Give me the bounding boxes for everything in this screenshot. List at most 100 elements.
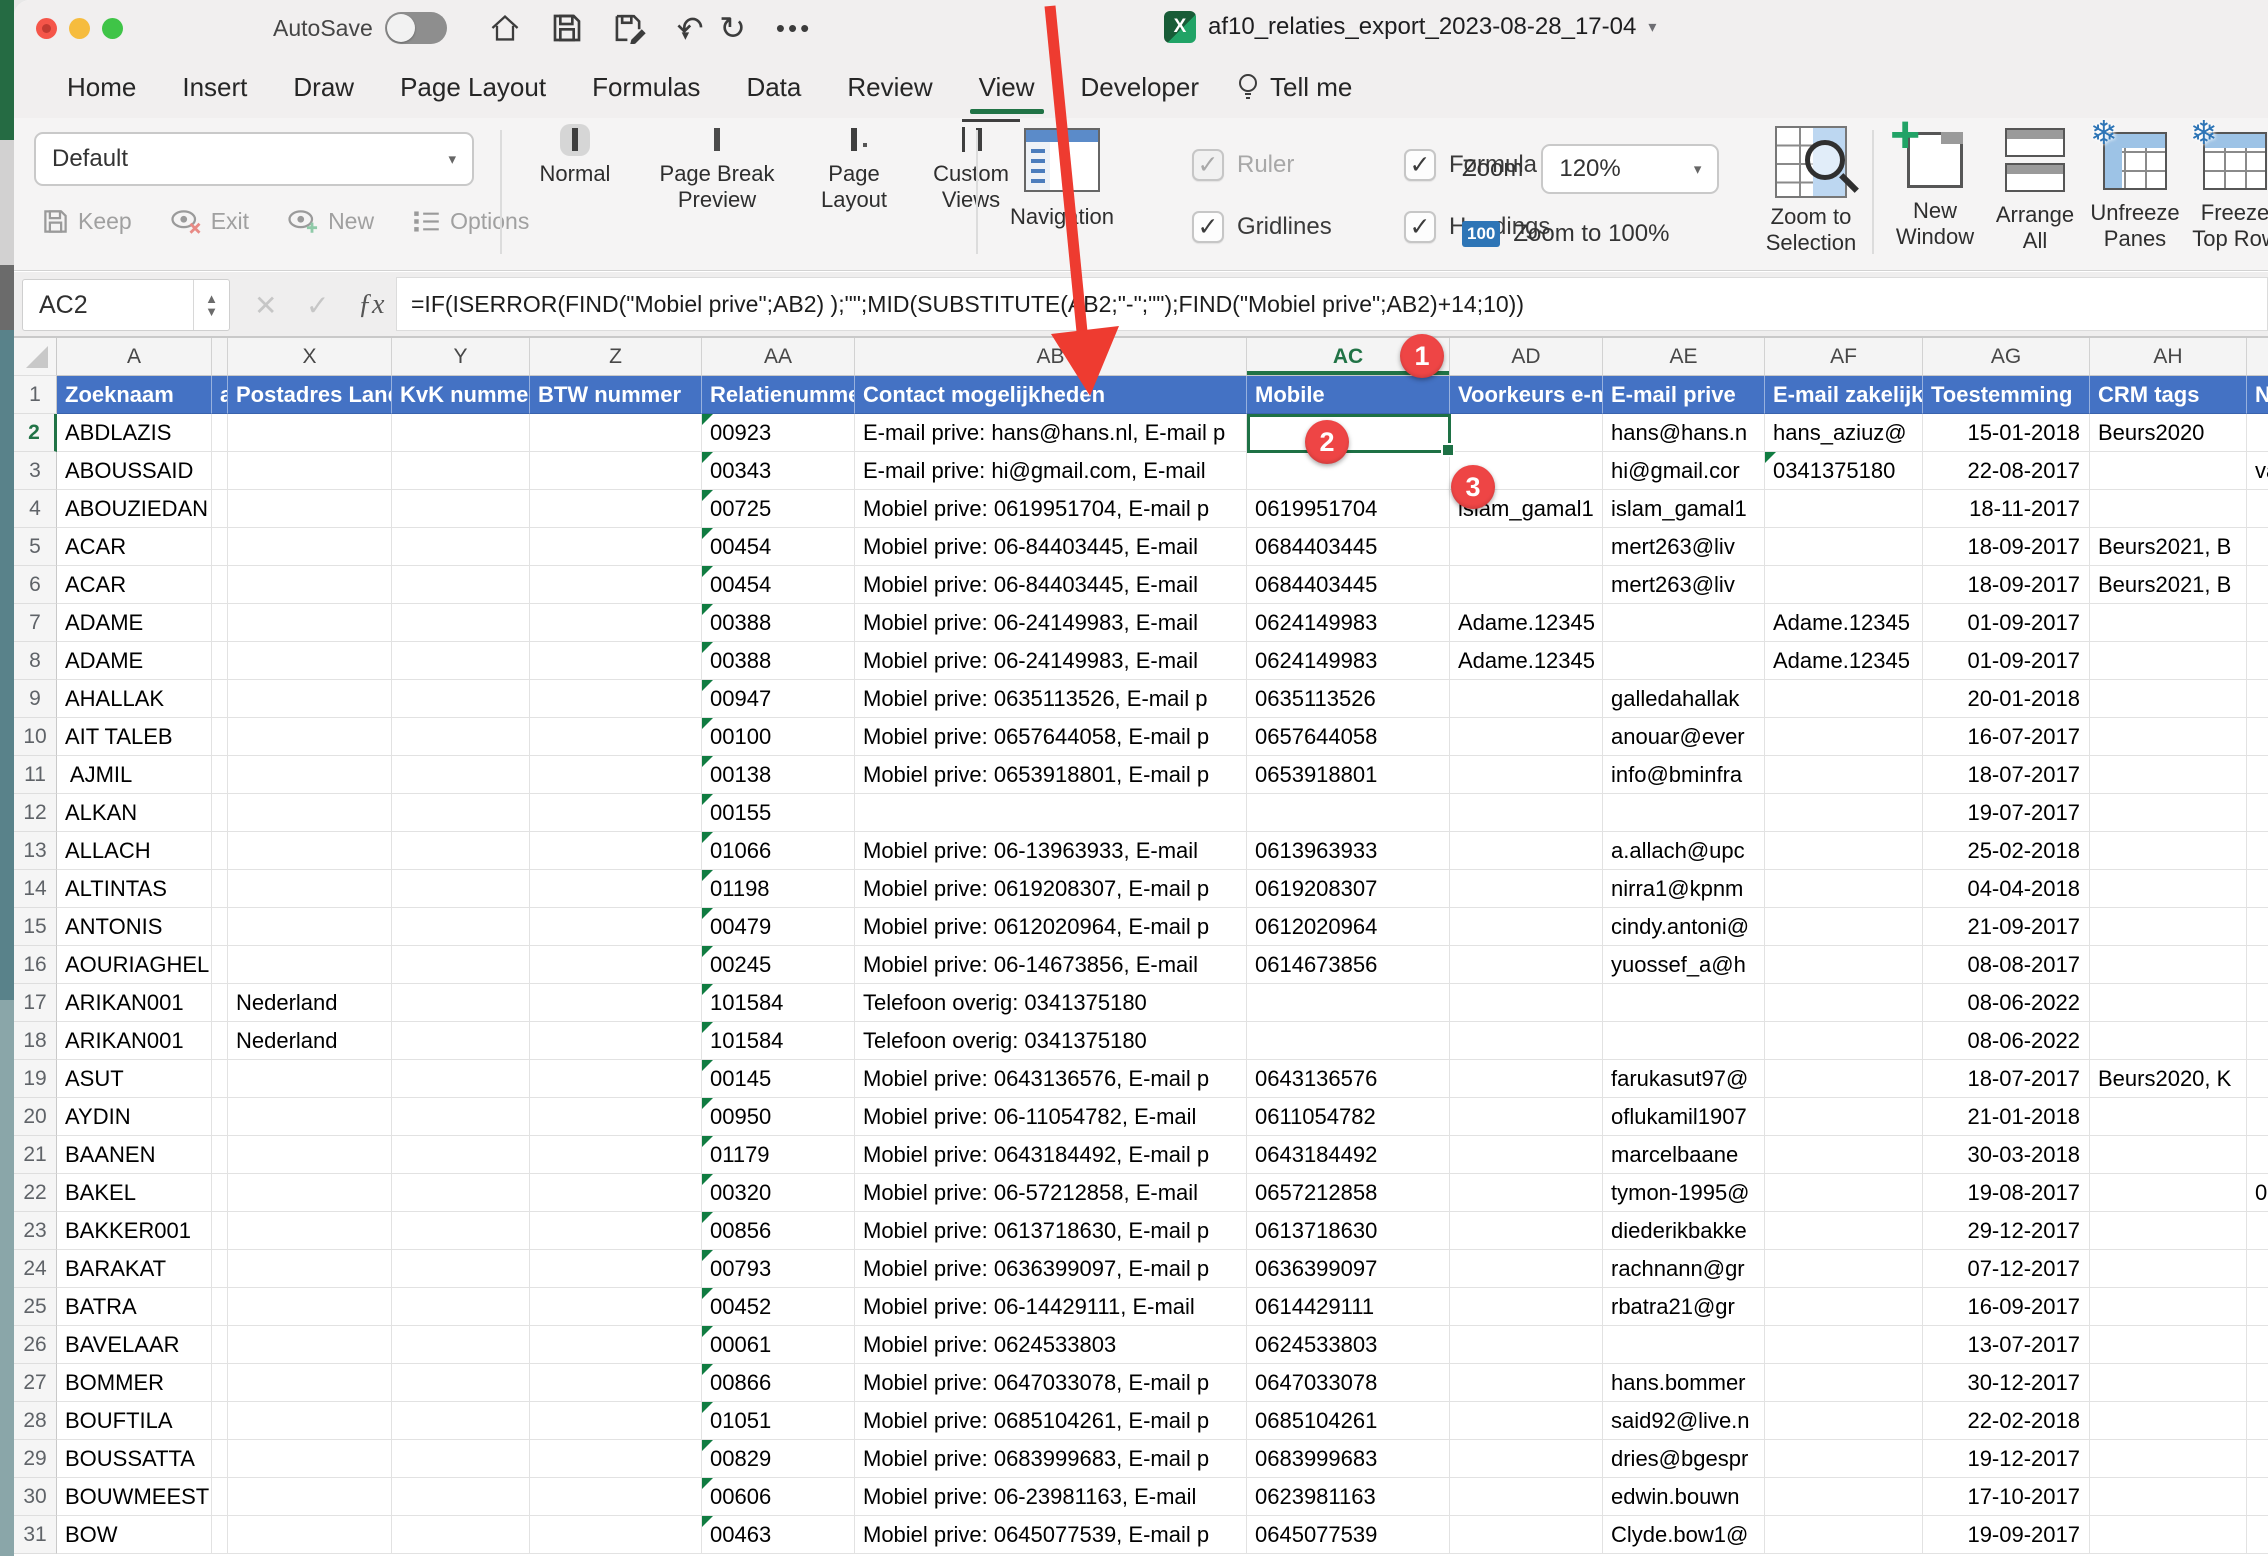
cell[interactable]: cindy.antoni@ — [1603, 908, 1765, 946]
cell[interactable] — [2247, 1326, 2268, 1364]
column-header-AG[interactable]: AG — [1923, 338, 2090, 376]
cell[interactable]: AYDIN — [57, 1098, 212, 1136]
cell[interactable] — [392, 528, 530, 566]
header-cell[interactable]: E-mail prive — [1603, 376, 1765, 414]
cell[interactable] — [2247, 680, 2268, 718]
page-break-preview-button[interactable]: Page Break Preview — [642, 124, 792, 213]
cell[interactable] — [2247, 870, 2268, 908]
cell[interactable]: 0645077539 — [1247, 1516, 1450, 1554]
cell[interactable] — [2247, 1402, 2268, 1440]
cell[interactable] — [212, 870, 228, 908]
column-header-Y[interactable]: Y — [392, 338, 530, 376]
cell[interactable] — [530, 1174, 702, 1212]
cell[interactable]: 00388 — [702, 604, 855, 642]
cell[interactable] — [2090, 794, 2247, 832]
column-header-AD[interactable]: AD — [1450, 338, 1603, 376]
cell[interactable] — [2090, 1250, 2247, 1288]
cell[interactable] — [392, 870, 530, 908]
column-header-xr[interactable] — [2247, 338, 2268, 376]
cell[interactable] — [1450, 1288, 1603, 1326]
cell[interactable] — [2247, 1440, 2268, 1478]
cell[interactable] — [1247, 452, 1450, 490]
cell[interactable] — [212, 1364, 228, 1402]
cell[interactable]: 0684403445 — [1247, 528, 1450, 566]
cell[interactable] — [392, 642, 530, 680]
cell[interactable]: E-mail prive: hi@gmail.com, E-mail — [855, 452, 1247, 490]
cell[interactable] — [2090, 718, 2247, 756]
title-chevron-icon[interactable]: ▾ — [1648, 17, 1656, 37]
row-header-15[interactable]: 15 — [14, 908, 57, 946]
cell[interactable]: oflukamil1907 — [1603, 1098, 1765, 1136]
cell[interactable] — [2090, 756, 2247, 794]
cell[interactable]: 19-08-2017 — [1923, 1174, 2090, 1212]
cell[interactable] — [1765, 1440, 1923, 1478]
cell[interactable]: ADAME — [57, 642, 212, 680]
cell[interactable]: 0612020964 — [1247, 908, 1450, 946]
cell[interactable]: BAVELAAR — [57, 1326, 212, 1364]
row-header-4[interactable]: 4 — [14, 490, 57, 528]
cell[interactable] — [530, 1022, 702, 1060]
cell[interactable] — [212, 1174, 228, 1212]
cell[interactable]: 30-03-2018 — [1923, 1136, 2090, 1174]
zoom-level-dropdown[interactable]: 120%▾ — [1541, 144, 1719, 194]
normal-view-button[interactable]: Normal — [516, 124, 634, 213]
cell[interactable] — [212, 1098, 228, 1136]
row-header-19[interactable]: 19 — [14, 1060, 57, 1098]
autosave-toggle[interactable] — [385, 12, 447, 44]
cell[interactable]: 18-07-2017 — [1923, 756, 2090, 794]
cell[interactable] — [212, 414, 228, 452]
cell[interactable] — [392, 1098, 530, 1136]
cell[interactable] — [212, 1212, 228, 1250]
cell[interactable] — [1765, 1212, 1923, 1250]
cell[interactable]: Mobiel prive: 06-14429111, E-mail — [855, 1288, 1247, 1326]
cell[interactable]: va — [2247, 452, 2268, 490]
cell[interactable] — [1450, 1250, 1603, 1288]
cell[interactable] — [392, 1440, 530, 1478]
cell[interactable] — [228, 756, 392, 794]
cell[interactable]: 08-06-2022 — [1923, 1022, 2090, 1060]
more-toolbar-icon[interactable]: ••• — [776, 12, 812, 44]
cell[interactable]: 30-12-2017 — [1923, 1364, 2090, 1402]
cell[interactable]: Mobiel prive: 0683999683, E-mail p — [855, 1440, 1247, 1478]
cell[interactable] — [1765, 984, 1923, 1022]
cell[interactable] — [1450, 1174, 1603, 1212]
cell[interactable]: Telefoon overig: 0341375180 — [855, 1022, 1247, 1060]
cell[interactable]: diederikbakke — [1603, 1212, 1765, 1250]
cell[interactable]: Mobiel prive: 0619208307, E-mail p — [855, 870, 1247, 908]
cell[interactable] — [1765, 680, 1923, 718]
cell[interactable]: BOW — [57, 1516, 212, 1554]
row-header-2[interactable]: 2 — [14, 414, 57, 452]
column-header-AB[interactable]: AB — [855, 338, 1247, 376]
cell[interactable] — [1603, 1022, 1765, 1060]
row-header-1[interactable]: 1 — [14, 376, 57, 414]
cell[interactable] — [1765, 1250, 1923, 1288]
keep-button[interactable]: Keep — [42, 208, 132, 235]
cell[interactable] — [2247, 1136, 2268, 1174]
cell[interactable]: Mobiel prive: 0685104261, E-mail p — [855, 1402, 1247, 1440]
cell[interactable] — [1450, 1136, 1603, 1174]
cell[interactable] — [228, 946, 392, 984]
cell[interactable] — [530, 870, 702, 908]
header-cell[interactable]: Relatienummer — [702, 376, 855, 414]
cell[interactable] — [530, 718, 702, 756]
cell[interactable]: Mobiel prive: 0653918801, E-mail p — [855, 756, 1247, 794]
name-box[interactable]: AC2 ▲▼ — [22, 279, 230, 331]
cell[interactable]: ADAME — [57, 604, 212, 642]
options-button[interactable]: Options — [412, 208, 529, 235]
cell[interactable] — [392, 1136, 530, 1174]
row-header-3[interactable]: 3 — [14, 452, 57, 490]
cell[interactable]: Mobiel prive: 0643136576, E-mail p — [855, 1060, 1247, 1098]
cell[interactable] — [2247, 756, 2268, 794]
cell[interactable]: 19-12-2017 — [1923, 1440, 2090, 1478]
cell[interactable]: 21-01-2018 — [1923, 1098, 2090, 1136]
sheet-view-dropdown[interactable]: Default▾ — [34, 132, 474, 186]
cell[interactable] — [530, 1060, 702, 1098]
cell[interactable]: 0647033078 — [1247, 1364, 1450, 1402]
cell[interactable] — [1247, 794, 1450, 832]
cell[interactable] — [1765, 1478, 1923, 1516]
cell[interactable] — [2090, 984, 2247, 1022]
cell[interactable]: Nederland — [228, 1022, 392, 1060]
new-sheet-view-button[interactable]: New — [287, 208, 374, 235]
cell[interactable] — [530, 794, 702, 832]
cell[interactable]: Mobiel prive: 0657644058, E-mail p — [855, 718, 1247, 756]
